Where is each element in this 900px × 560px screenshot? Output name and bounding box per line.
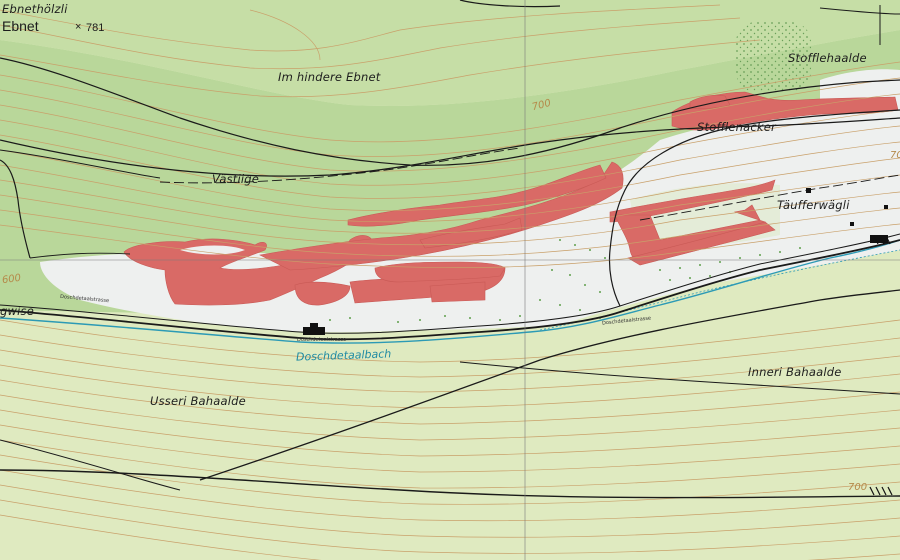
- place-label-im-hindere-ebnet: Im hindere Ebnet: [278, 70, 381, 84]
- contour-label-700-east: 700: [890, 150, 900, 161]
- place-label-vastiige: Västiige: [212, 172, 260, 186]
- place-label-usseri-bahaalde: Usseri Bahaalde: [150, 394, 246, 408]
- road-label-2: Doschdetaalstrasse: [297, 337, 347, 343]
- place-label-ebnetholzli: Ebnethölzli: [2, 2, 68, 16]
- topographic-map[interactable]: Ebnethölzli Ebnet × 781 Im hindere Ebnet…: [0, 0, 900, 560]
- place-label-stofflehaalde: Stofflehaalde: [788, 51, 867, 65]
- place-label-stofflenacker: Stofflenacker: [697, 120, 776, 134]
- place-label-taufferwagli: Täufferwägli: [777, 198, 850, 212]
- spot-height-symbol: ×: [75, 21, 82, 33]
- place-label-inneri-bahaalde: Inneri Bahaalde: [748, 365, 842, 379]
- place-label-ebnet: Ebnet: [2, 18, 39, 34]
- spot-height-value: 781: [86, 22, 105, 34]
- contour-label-700-south: 700: [848, 482, 868, 493]
- place-label-gwise: gwise: [0, 304, 34, 318]
- map-canvas: [0, 0, 900, 560]
